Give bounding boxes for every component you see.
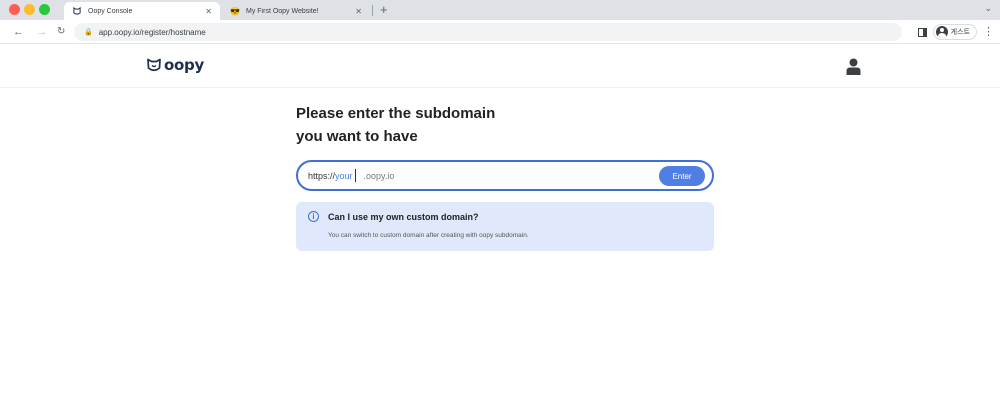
forward-arrow-icon[interactable]: → <box>36 24 47 40</box>
tab-my-first-website[interactable]: 😎 My First Oopy Website! ✕ <box>222 2 370 20</box>
page-heading: Please enter the subdomain you want to h… <box>296 102 495 148</box>
tab-divider <box>372 5 373 16</box>
user-icon[interactable] <box>846 58 861 75</box>
maximize-window-button[interactable] <box>39 4 50 15</box>
more-menu-icon[interactable]: ⋮ <box>983 26 994 38</box>
info-title[interactable]: Can I use my own custom domain? <box>328 212 479 222</box>
subdomain-input[interactable]: https:// your .oopy.io Enter <box>296 160 714 191</box>
browser-window: Oopy Console ✕ 😎 My First Oopy Website! … <box>0 0 1000 413</box>
text-caret <box>354 169 356 182</box>
toolbar-right: 게스트 ⋮ <box>917 23 994 41</box>
url-suffix: .oopy.io <box>363 170 395 181</box>
subdomain-value[interactable]: your <box>335 171 353 181</box>
tab-strip: Oopy Console ✕ 😎 My First Oopy Website! … <box>0 0 1000 20</box>
page-content: oopy Please enter the subdomain you want… <box>0 45 1000 413</box>
reload-icon[interactable]: ↻ <box>57 24 65 40</box>
heading-line-2: you want to have <box>296 128 418 145</box>
oopy-logo-icon <box>147 58 161 72</box>
tab-title: My First Oopy Website! <box>246 7 319 15</box>
logo-text: oopy <box>164 56 204 74</box>
address-bar[interactable]: 🔒 app.oopy.io/register/hostname <box>74 23 902 41</box>
close-icon[interactable]: ✕ <box>355 7 362 16</box>
tab-oopy-console[interactable]: Oopy Console ✕ <box>64 2 220 20</box>
avatar-icon <box>935 26 948 38</box>
lock-icon: 🔒 <box>84 29 93 36</box>
url-text[interactable]: app.oopy.io/register/hostname <box>99 28 206 37</box>
new-tab-button[interactable]: + <box>380 1 388 19</box>
oopy-logo-icon <box>72 6 82 16</box>
oopy-logo[interactable]: oopy <box>146 56 204 74</box>
url-prefix: https:// <box>308 170 336 181</box>
profile-label: 게스트 <box>950 29 970 36</box>
close-window-button[interactable] <box>9 4 20 15</box>
info-body: You can switch to custom domain after cr… <box>328 232 529 239</box>
tab-search-icon[interactable]: ⌄ <box>984 3 992 14</box>
back-arrow-icon[interactable]: ← <box>13 24 24 40</box>
side-panel-icon[interactable] <box>917 27 927 37</box>
emoji-icon: 😎 <box>230 6 240 16</box>
site-header: oopy <box>0 45 1000 88</box>
enter-button[interactable]: Enter <box>659 166 705 186</box>
heading-line-1: Please enter the subdomain <box>296 105 496 122</box>
minimize-window-button[interactable] <box>24 4 35 15</box>
profile-button[interactable]: 게스트 <box>932 24 977 40</box>
info-icon: i <box>308 211 319 222</box>
close-icon[interactable]: ✕ <box>205 7 212 16</box>
browser-toolbar: ← → ↻ 🔒 app.oopy.io/register/hostname 게스… <box>0 20 1000 44</box>
custom-domain-info: i Can I use my own custom domain? You ca… <box>296 202 714 251</box>
tab-title: Oopy Console <box>88 7 133 15</box>
